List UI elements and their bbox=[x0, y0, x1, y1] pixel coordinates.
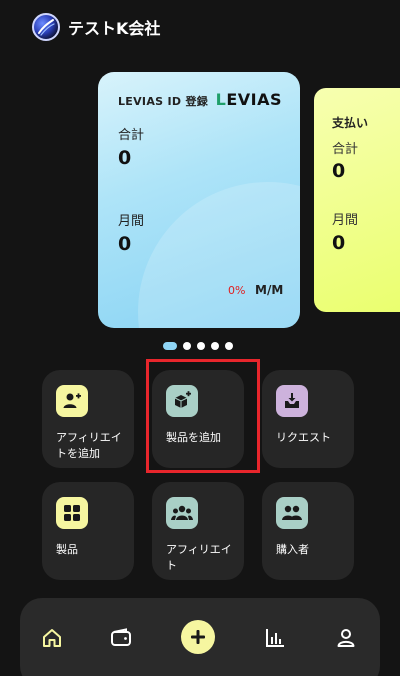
grid-icon bbox=[56, 497, 88, 529]
buyers-button[interactable]: 購入者 bbox=[262, 482, 354, 580]
company-name: テストK会社 bbox=[68, 19, 161, 38]
requests-button[interactable]: リクエスト bbox=[262, 370, 354, 468]
bottom-navigation bbox=[20, 598, 380, 676]
affiliates-label: アフィリエイト bbox=[166, 543, 232, 572]
payment-card[interactable]: 支払い 合計 0 月間 0 bbox=[314, 88, 400, 312]
monthly-value: 0 bbox=[118, 233, 132, 255]
period-label: M/M bbox=[255, 283, 284, 297]
carousel-indicator bbox=[163, 341, 233, 351]
highlight-box bbox=[146, 359, 260, 473]
wallet-icon[interactable] bbox=[109, 626, 133, 650]
payment-monthly-label: 月間 bbox=[332, 213, 359, 228]
add-button[interactable] bbox=[181, 620, 215, 654]
levias-brand-logo: LEVIAS bbox=[215, 90, 282, 109]
products-button[interactable]: 製品 bbox=[42, 482, 134, 580]
bar-chart-icon[interactable] bbox=[263, 626, 287, 650]
plus-icon bbox=[191, 630, 205, 644]
buyers-label: 購入者 bbox=[276, 543, 309, 556]
total-value: 0 bbox=[118, 147, 132, 169]
add-affiliate-button[interactable]: アフィリエイトを追加 bbox=[42, 370, 134, 468]
carousel-dot[interactable] bbox=[197, 342, 205, 350]
profile-icon[interactable] bbox=[334, 626, 358, 650]
app-header: テストK会社 bbox=[32, 12, 160, 42]
carousel-dot-active[interactable] bbox=[163, 342, 177, 350]
add-affiliate-label: アフィリエイトを追加 bbox=[56, 431, 122, 460]
carousel-dot[interactable] bbox=[211, 342, 219, 350]
inbox-download-icon bbox=[276, 385, 308, 417]
people-icon bbox=[166, 497, 198, 529]
payment-monthly-value: 0 bbox=[332, 232, 346, 254]
requests-label: リクエスト bbox=[276, 431, 331, 444]
buyers-icon bbox=[276, 497, 308, 529]
add-user-icon bbox=[56, 385, 88, 417]
brand-logo-icon[interactable] bbox=[32, 13, 60, 41]
levias-id-card[interactable]: LEVIAS ID 登録 LEVIAS 合計 0 月間 0 0% M/M bbox=[98, 72, 300, 328]
home-icon[interactable] bbox=[40, 626, 64, 650]
products-label: 製品 bbox=[56, 543, 78, 556]
change-percent: 0% bbox=[228, 284, 246, 297]
payment-total-label: 合計 bbox=[332, 142, 359, 157]
monthly-label: 月間 bbox=[118, 214, 145, 229]
carousel-dot[interactable] bbox=[183, 342, 191, 350]
card-title: LEVIAS ID 登録 bbox=[118, 95, 209, 108]
card-decoration bbox=[138, 182, 300, 328]
affiliates-button[interactable]: アフィリエイト bbox=[152, 482, 244, 580]
payment-total-value: 0 bbox=[332, 160, 346, 182]
payment-card-title: 支払い bbox=[332, 116, 369, 130]
carousel-dot[interactable] bbox=[225, 342, 233, 350]
total-label: 合計 bbox=[118, 128, 145, 143]
